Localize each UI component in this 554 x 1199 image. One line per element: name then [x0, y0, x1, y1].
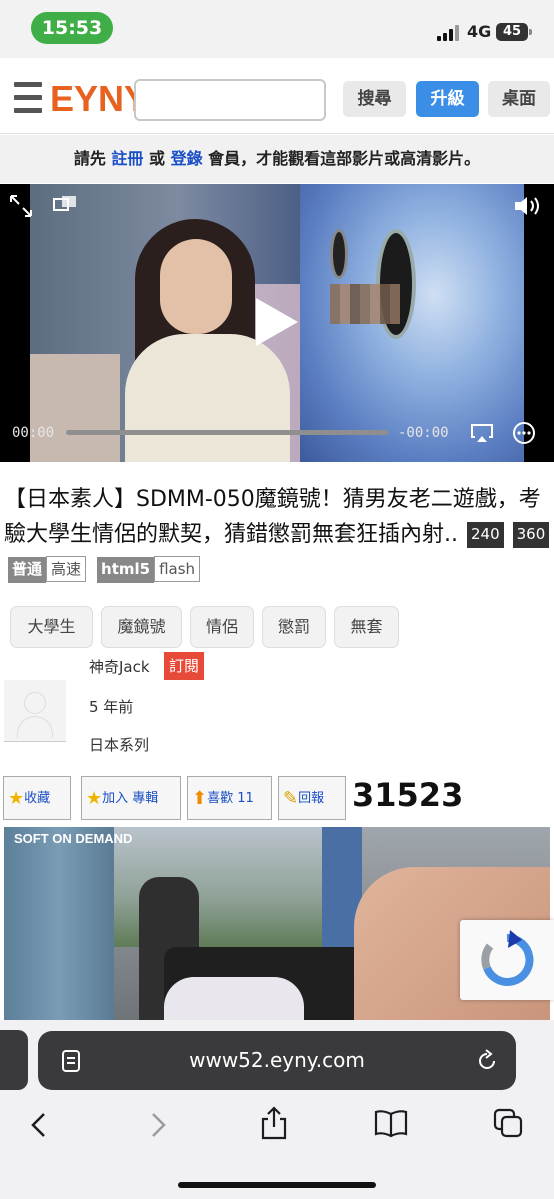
title-text: 【日本素人】SDMM-050魔鏡號！猜男友老二遊戲，考驗大學生情侶的默契，猜錯懲…: [4, 487, 541, 547]
studio-watermark: SOFT ON DEMAND: [14, 831, 133, 846]
menu-icon[interactable]: [14, 82, 42, 118]
airplay-icon[interactable]: [470, 422, 494, 444]
recaptcha-icon: [481, 930, 534, 986]
clock: 15:53: [31, 12, 113, 44]
uploader-name[interactable]: 神奇Jack: [89, 656, 150, 677]
search-button[interactable]: 搜尋: [343, 81, 406, 117]
register-link[interactable]: 註冊: [111, 149, 143, 168]
more-options-icon[interactable]: [512, 421, 536, 445]
avatar[interactable]: [4, 680, 66, 742]
star-icon: ★: [86, 788, 103, 809]
thumbs-up-arrow-icon: ⬆: [192, 788, 208, 809]
upgrade-button[interactable]: 升級: [416, 81, 479, 117]
star-icon: ★: [8, 788, 25, 809]
cellular-signal-icon: [437, 25, 459, 41]
search-input[interactable]: [134, 79, 326, 121]
speed-fast-badge[interactable]: 高速: [46, 556, 87, 582]
login-notice: 請先 註冊 或 登錄 會員，才能觀看這部影片或高清影片。: [0, 135, 554, 183]
remaining-time: -00:00: [398, 425, 449, 441]
tag-button[interactable]: 無套: [334, 606, 399, 648]
back-icon[interactable]: [26, 1110, 52, 1140]
site-header: EYNY 搜尋 升級 桌面: [0, 64, 554, 134]
forward-icon[interactable]: [145, 1110, 171, 1140]
report-button[interactable]: ✎回報: [278, 776, 346, 820]
tag-button[interactable]: 魔鏡號: [101, 606, 182, 648]
home-indicator[interactable]: [178, 1182, 376, 1188]
url-text: www52.eyny.com: [189, 1048, 365, 1072]
play-button[interactable]: [256, 298, 298, 346]
tag-button[interactable]: 情侶: [190, 606, 254, 648]
network-type: 4G: [467, 22, 492, 41]
recaptcha-badge[interactable]: [460, 920, 554, 1000]
status-bar: 15:53 4G 45: [0, 0, 554, 58]
favorite-label: 收藏: [24, 791, 51, 806]
like-label: 喜歡 11: [207, 791, 254, 806]
speed-normal-badge[interactable]: 普通: [8, 557, 47, 583]
category-link[interactable]: 日本系列: [89, 734, 149, 755]
pencil-icon: ✎: [283, 788, 299, 809]
picture-in-picture-icon[interactable]: [52, 194, 78, 216]
video-title: 【日本素人】SDMM-050魔鏡號！猜男友老二遊戲，考驗大學生情侶的默契，猜錯懲…: [4, 482, 550, 587]
progress-bar[interactable]: [66, 430, 388, 435]
view-count: 31523: [352, 776, 464, 814]
report-label: 回報: [298, 791, 325, 806]
html5-badge[interactable]: html5: [97, 557, 155, 583]
share-icon[interactable]: [258, 1105, 290, 1141]
favorite-button[interactable]: ★收藏: [3, 776, 71, 820]
add-to-album-button[interactable]: ★加入 專輯: [81, 776, 181, 820]
tag-button[interactable]: 大學生: [10, 606, 93, 648]
reload-icon[interactable]: [475, 1049, 499, 1073]
quality-badge-240[interactable]: 240: [467, 522, 504, 548]
subscribe-button[interactable]: 訂閱: [164, 652, 205, 680]
tabs-icon[interactable]: [492, 1107, 524, 1139]
desktop-view-button[interactable]: 桌面: [488, 81, 550, 117]
quality-badge-360[interactable]: 360: [512, 522, 550, 548]
like-button[interactable]: ⬆喜歡 11: [187, 776, 272, 820]
notice-text: 請先: [73, 149, 112, 168]
notice-text: 會員，才能觀看這部影片或高清影片。: [202, 149, 481, 168]
fullscreen-icon[interactable]: [8, 193, 34, 219]
flash-badge[interactable]: flash: [154, 556, 201, 582]
battery-icon: 45: [496, 23, 532, 41]
tag-button[interactable]: 懲罰: [262, 606, 326, 648]
notice-text: 或: [143, 149, 171, 168]
current-time: 00:00: [12, 425, 55, 441]
volume-icon[interactable]: [512, 194, 546, 218]
posted-time: 5 年前: [89, 698, 134, 716]
bookmarks-icon[interactable]: [373, 1108, 409, 1138]
login-link[interactable]: 登錄: [171, 149, 203, 168]
add-album-label: 加入 專輯: [102, 791, 159, 806]
